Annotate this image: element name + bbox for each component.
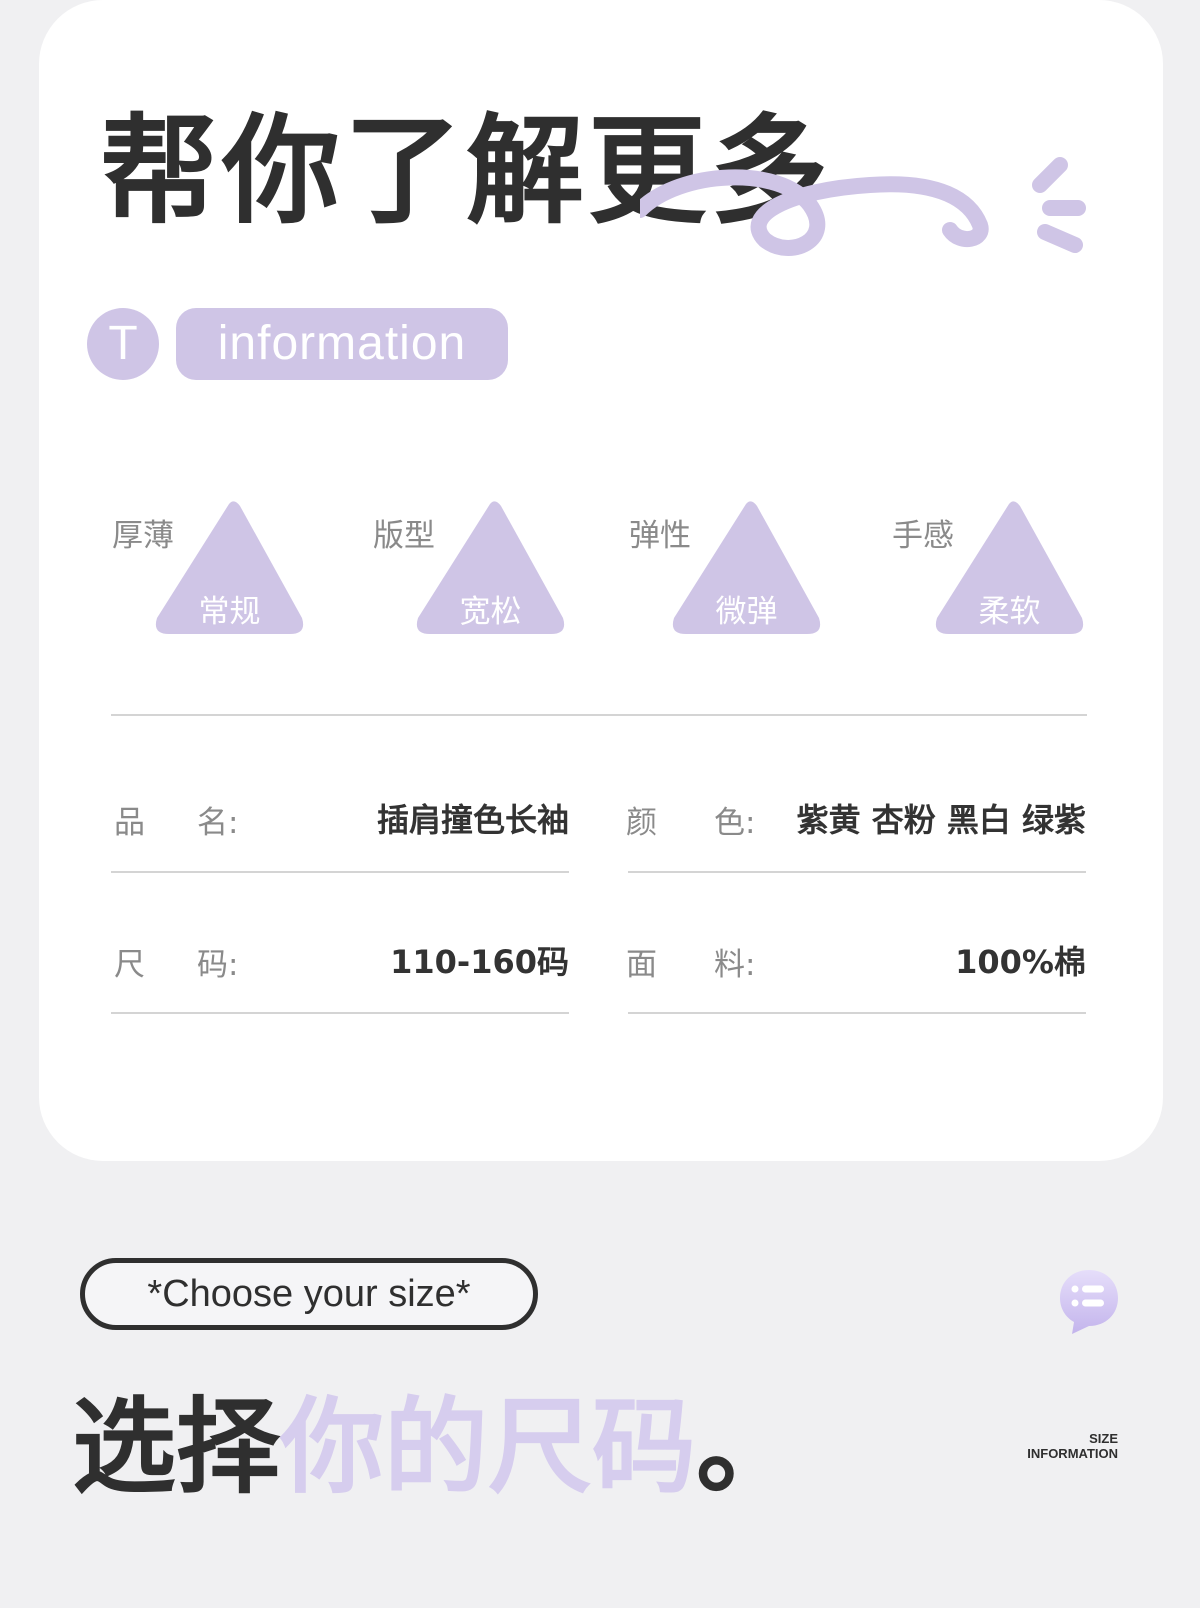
choose-size-pill: *Choose your size* xyxy=(80,1258,538,1330)
title-light: 你的尺码 xyxy=(280,1386,697,1508)
t-badge: T xyxy=(87,308,159,380)
attribute-value: 常规 xyxy=(198,594,261,630)
size-information-caption: SIZE INFORMATION xyxy=(1027,1431,1118,1461)
information-pill: information xyxy=(176,308,508,380)
divider xyxy=(628,1012,1086,1014)
name-label-2: 名: xyxy=(197,805,239,841)
color-label-2: 色: xyxy=(714,805,756,841)
fabric-label-1: 面 xyxy=(626,947,657,983)
color-label-1: 颜 xyxy=(626,805,657,841)
attribute-fit: 版型 宽松 xyxy=(373,498,573,648)
caption-line-2: INFORMATION xyxy=(1027,1446,1118,1461)
size-label-2: 码: xyxy=(197,947,239,983)
title-end: 。 xyxy=(696,1386,801,1508)
attribute-value: 宽松 xyxy=(459,594,522,630)
size-label-1: 尺 xyxy=(114,947,145,983)
size-section-title: 选择你的尺码。 xyxy=(72,1395,800,1499)
title-dark: 选择 xyxy=(72,1386,281,1508)
chat-bubble-list-icon xyxy=(1060,1270,1118,1334)
name-value: 插肩撞色长袖 xyxy=(376,801,569,839)
name-label-1: 品 xyxy=(114,805,145,841)
color-value: 紫黄 杏粉 黑白 绿紫 xyxy=(796,801,1086,839)
fabric-value: 100%棉 xyxy=(955,943,1086,981)
divider xyxy=(111,714,1087,716)
squiggle-decoration-icon xyxy=(640,157,1086,256)
attribute-thickness: 厚薄 常规 xyxy=(112,498,312,648)
divider xyxy=(111,1012,569,1014)
attribute-elasticity: 弹性 微弹 xyxy=(629,498,829,648)
caption-line-1: SIZE xyxy=(1089,1431,1118,1446)
divider xyxy=(111,871,569,873)
attribute-value: 柔软 xyxy=(978,594,1041,630)
fabric-label-2: 料: xyxy=(714,947,756,983)
size-value: 110-160码 xyxy=(390,943,569,981)
attribute-value: 微弹 xyxy=(715,594,778,630)
attribute-feel: 手感 柔软 xyxy=(892,498,1092,648)
divider xyxy=(628,871,1086,873)
